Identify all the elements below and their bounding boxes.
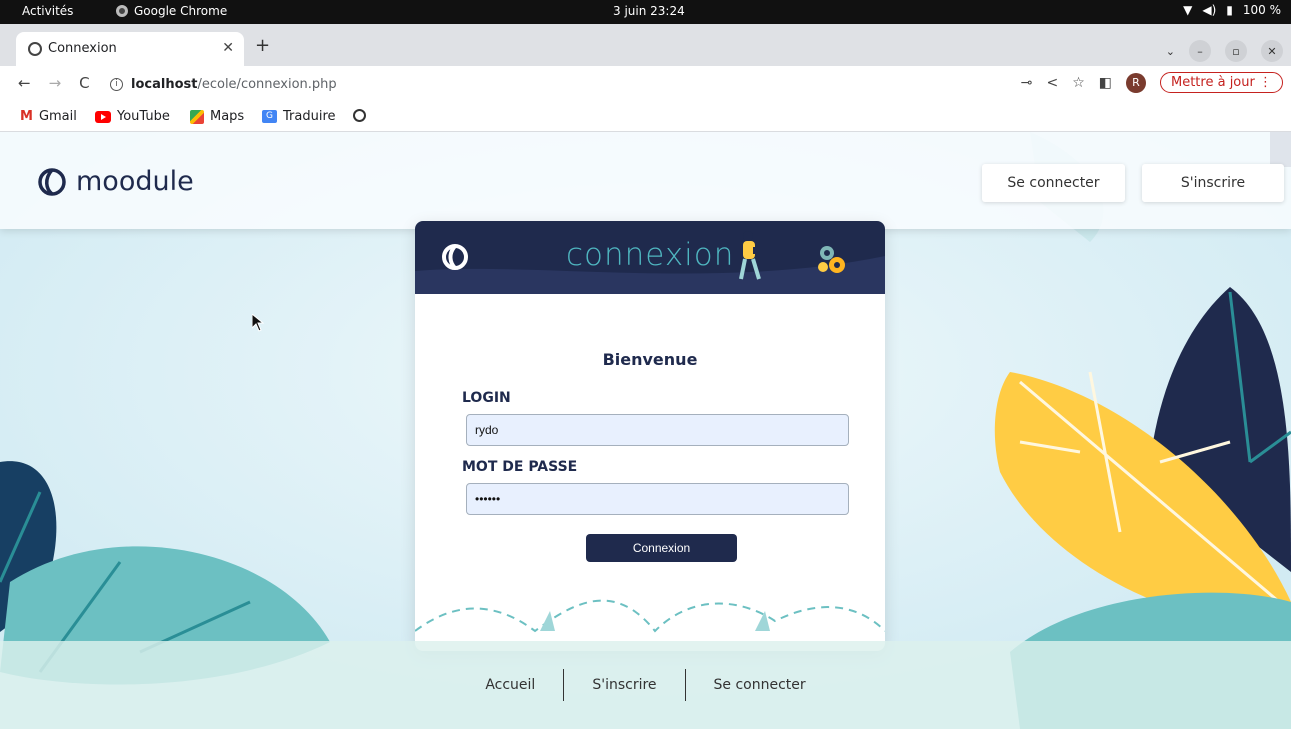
- app-menu[interactable]: Google Chrome: [116, 4, 227, 18]
- forward-button[interactable]: →: [49, 74, 62, 92]
- site-logo[interactable]: moodule: [36, 165, 194, 197]
- browser-toolbar: ← → C i localhost/ecole/connexion.php ⊸ …: [0, 66, 1291, 102]
- maximize-button[interactable]: ▫: [1225, 40, 1247, 62]
- mouse-cursor-icon: [252, 314, 264, 332]
- share-icon[interactable]: <: [1046, 75, 1058, 91]
- key-icon[interactable]: ⊸: [1021, 75, 1033, 91]
- wifi-icon: ▼: [1183, 3, 1193, 17]
- tab-close-icon[interactable]: ✕: [222, 40, 234, 56]
- youtube-icon: [95, 110, 111, 123]
- bookmark-gmail[interactable]: M Gmail: [20, 109, 77, 124]
- close-window-button[interactable]: ✕: [1261, 40, 1283, 62]
- translate-icon: G: [262, 110, 277, 123]
- star-icon[interactable]: ☆: [1072, 75, 1085, 91]
- side-panel-icon[interactable]: ◧: [1099, 75, 1112, 91]
- url-host: localhost: [131, 76, 198, 92]
- card-logo-icon: [442, 244, 468, 270]
- logo-text: moodule: [76, 165, 194, 197]
- moodule-logo-icon: [38, 168, 66, 196]
- update-label: Mettre à jour: [1171, 75, 1255, 90]
- globe-icon: [353, 109, 366, 122]
- profile-avatar[interactable]: R: [1126, 72, 1146, 93]
- footer-link-accueil[interactable]: Accueil: [457, 677, 563, 693]
- minimize-button[interactable]: –: [1189, 40, 1211, 62]
- bookmark-traduire[interactable]: G Traduire: [262, 109, 336, 124]
- url-path: /ecole/connexion.php: [197, 76, 337, 92]
- login-input[interactable]: [466, 414, 849, 446]
- tab-connexion[interactable]: Connexion ✕: [16, 32, 244, 66]
- window-controls: ⌄ – ▫ ✕: [1166, 40, 1283, 62]
- battery-icon: ▮: [1226, 3, 1233, 17]
- activities-button[interactable]: Activités: [22, 4, 73, 18]
- bookmark-youtube[interactable]: YouTube: [95, 109, 170, 124]
- toolbar-actions: ⊸ < ☆ ◧ R Mettre à jour ⋮: [1021, 72, 1283, 93]
- tab-search-icon[interactable]: ⌄: [1166, 45, 1175, 58]
- page-viewport: moodule Se connecter S'inscrire connexio…: [0, 132, 1291, 729]
- password-label: MOT DE PASSE: [462, 459, 578, 475]
- os-top-bar: Activités Google Chrome 3 juin 23:24 ▼ ◀…: [0, 0, 1291, 24]
- login-card: connexion Bienvenue LOGIN MOT DE PASSE C…: [415, 221, 885, 651]
- footer-link-signup[interactable]: S'inscrire: [564, 677, 684, 693]
- password-input[interactable]: [466, 483, 849, 515]
- bookmark-label: Maps: [210, 109, 245, 124]
- system-tray[interactable]: ▼ ◀) ▮ 100 %: [1183, 3, 1281, 17]
- footer-link-login[interactable]: Se connecter: [686, 677, 834, 693]
- gmail-icon: M: [20, 109, 33, 124]
- card-title: connexion: [566, 237, 735, 273]
- back-button[interactable]: ←: [18, 74, 31, 92]
- volume-icon: ◀): [1202, 3, 1217, 17]
- site-header: moodule Se connecter S'inscrire: [0, 132, 1291, 229]
- connexion-button[interactable]: Connexion: [586, 534, 737, 562]
- bookmarks-bar: M Gmail YouTube Maps G Traduire: [0, 102, 1291, 132]
- maps-icon: [190, 109, 204, 124]
- clock[interactable]: 3 juin 23:24: [613, 4, 685, 18]
- app-name: Google Chrome: [134, 4, 228, 18]
- globe-icon: [28, 42, 42, 56]
- bookmark-label: YouTube: [117, 109, 170, 124]
- nav-signup-button[interactable]: S'inscrire: [1142, 164, 1284, 202]
- address-bar[interactable]: i localhost/ecole/connexion.php: [110, 73, 990, 95]
- screen: Activités Google Chrome 3 juin 23:24 ▼ ◀…: [0, 0, 1291, 729]
- bookmark-maps[interactable]: Maps: [190, 109, 244, 124]
- nav-login-button[interactable]: Se connecter: [982, 164, 1125, 202]
- bookmark-label: Gmail: [38, 109, 77, 124]
- tab-title: Connexion: [48, 41, 117, 56]
- welcome-heading: Bienvenue: [602, 350, 698, 369]
- bookmark-globe[interactable]: [353, 109, 366, 122]
- tab-strip: Connexion ✕ + ⌄ – ▫ ✕: [0, 24, 1291, 66]
- site-info-icon[interactable]: i: [110, 77, 123, 91]
- card-header: connexion: [415, 221, 885, 294]
- login-label: LOGIN: [462, 390, 511, 406]
- battery-level: 100 %: [1242, 3, 1281, 17]
- site-footer: Accueil S'inscrire Se connecter: [0, 641, 1291, 729]
- bookmark-label: Traduire: [283, 109, 336, 124]
- chrome-icon: [116, 5, 128, 17]
- new-tab-button[interactable]: +: [255, 35, 270, 56]
- reload-button[interactable]: C: [79, 74, 89, 92]
- update-button[interactable]: Mettre à jour ⋮: [1160, 72, 1283, 93]
- gears-icon: [818, 246, 845, 273]
